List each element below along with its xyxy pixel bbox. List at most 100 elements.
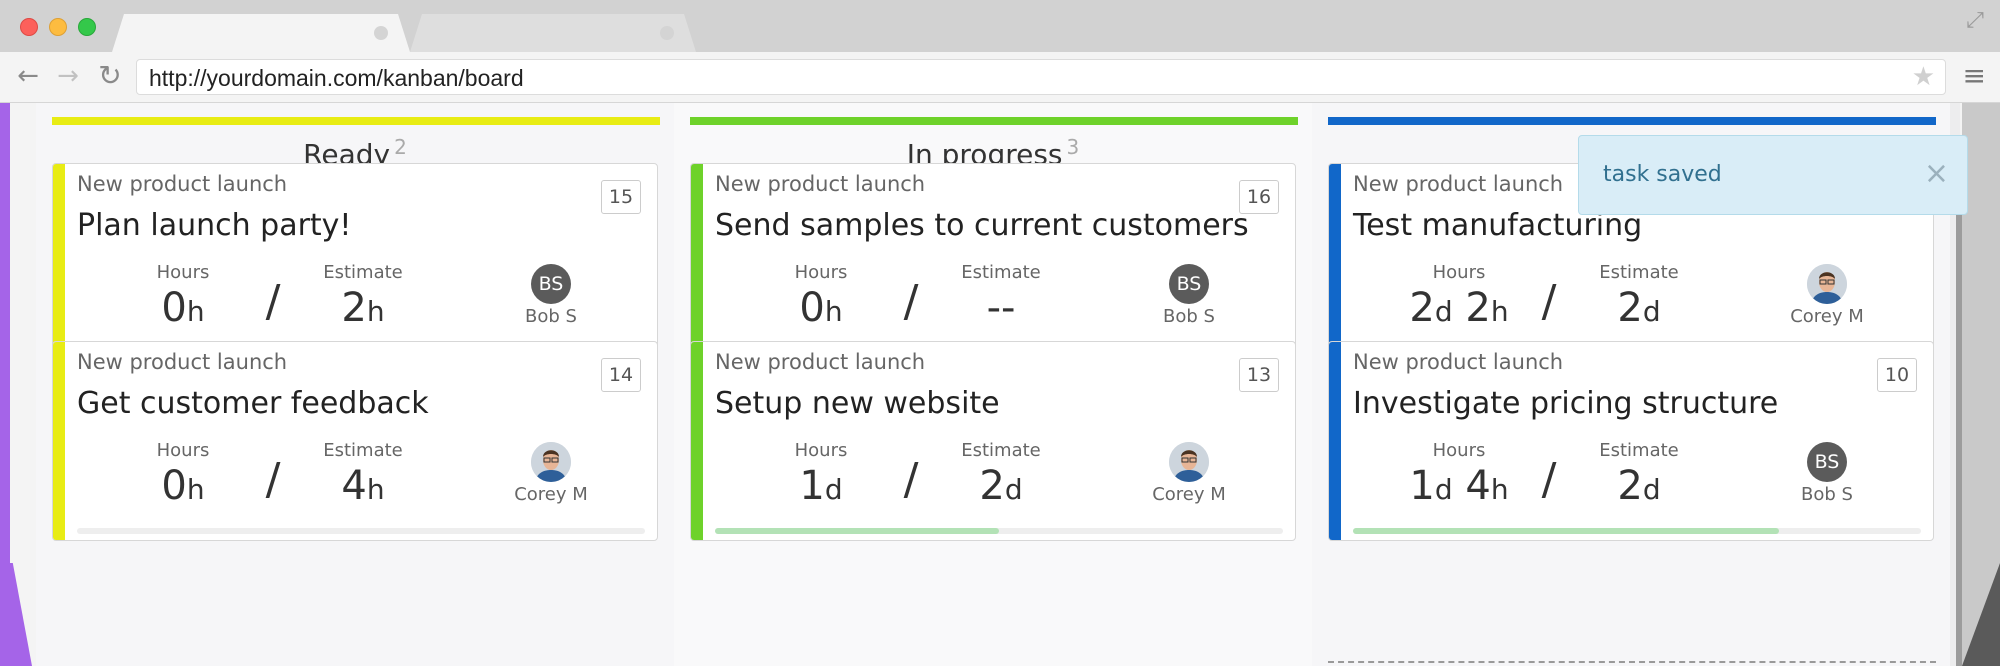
divider-slash: / — [265, 276, 281, 327]
estimate-metric-unit: h — [366, 295, 385, 328]
estimate-metric: Estimate 2d — [931, 440, 1071, 509]
hours-metric-amount: 0 — [161, 285, 187, 331]
estimate-metric-label: Estimate — [1599, 440, 1679, 461]
hours-metric-unit: d — [1434, 295, 1453, 328]
card-project: New product launch — [77, 350, 288, 374]
hours-metric-label: Hours — [794, 262, 848, 283]
card-number: 13 — [1239, 358, 1279, 392]
hours-metric-value: 0h — [113, 285, 253, 331]
tab-close-icon[interactable] — [660, 26, 674, 40]
notification-toast: task saved × — [1578, 135, 1968, 215]
card-number: 16 — [1239, 180, 1279, 214]
kanban-column: Ready 2 New product launch Plan launch part… — [36, 103, 674, 666]
fullscreen-icon[interactable]: ⤢ — [1964, 10, 1986, 32]
estimate-metric-label: Estimate — [961, 440, 1041, 461]
hours-metric-unit: h — [824, 295, 843, 328]
task-card[interactable]: New product launch Investigate pricing st… — [1328, 341, 1934, 541]
browser-toolbar: ← → ↻ http://yourdomain.com/kanban/board… — [0, 52, 2000, 103]
progress-fill — [1353, 528, 1779, 534]
avatar[interactable]: BS — [1807, 442, 1847, 482]
task-card[interactable]: New product launch Get customer feedback 1… — [52, 341, 658, 541]
browser-menu-icon[interactable]: ≡ — [1963, 62, 1986, 90]
avatar[interactable] — [1807, 264, 1847, 304]
forward-arrow-icon[interactable]: → — [54, 62, 82, 90]
avatar-photo-icon — [1807, 264, 1847, 304]
hours-metric-label: Hours — [156, 440, 210, 461]
avatar[interactable] — [531, 442, 571, 482]
hours-metric: Hours 2d 2h — [1389, 262, 1529, 331]
estimate-metric: Estimate 2d — [1569, 440, 1709, 509]
hours-metric-unit: d — [1434, 473, 1453, 506]
estimate-metric: Estimate 2h — [293, 262, 433, 331]
assignee-name: Bob S — [525, 306, 577, 327]
avatar-photo-icon — [531, 442, 571, 482]
hours-metric: Hours 0h — [113, 440, 253, 509]
left-sidebar-shade — [0, 563, 32, 666]
estimate-metric-amount: -- — [986, 285, 1016, 331]
card-project: New product launch — [77, 172, 288, 196]
estimate-metric-label: Estimate — [961, 262, 1041, 283]
bookmark-star-icon[interactable]: ★ — [1912, 62, 1935, 92]
reload-icon[interactable]: ↻ — [96, 62, 124, 90]
assignee-name: Corey M — [1790, 306, 1864, 327]
card-color-stripe — [53, 342, 65, 540]
divider-slash: / — [265, 454, 281, 505]
column-color-bar — [690, 117, 1298, 125]
estimate-metric-unit: d — [1642, 473, 1661, 506]
estimate-metric: Estimate 2d — [1569, 262, 1709, 331]
divider-slash: / — [1541, 276, 1557, 327]
tab-close-icon[interactable] — [374, 26, 388, 40]
avatar-photo-icon — [1169, 442, 1209, 482]
task-card[interactable]: New product launch Plan launch party! 15 Ho… — [52, 163, 658, 363]
hours-metric-amount: 2 — [1409, 285, 1435, 331]
hours-metric-value: 1d 4h — [1389, 463, 1529, 509]
hours-metric-value: 0h — [113, 463, 253, 509]
hours-metric-unit: h — [186, 473, 205, 506]
back-arrow-icon[interactable]: ← — [14, 62, 42, 90]
card-title[interactable]: Plan launch party! — [77, 208, 351, 243]
avatar[interactable] — [1169, 442, 1209, 482]
hours-metric-label: Hours — [1432, 440, 1486, 461]
hours-metric-amount: 4 — [1465, 463, 1491, 509]
estimate-metric-label: Estimate — [323, 262, 403, 283]
card-color-stripe — [1329, 342, 1341, 540]
column-count: 2 — [394, 135, 407, 159]
card-color-stripe — [53, 164, 65, 362]
hours-metric-unit: h — [1490, 295, 1509, 328]
toast-message: task saved — [1603, 162, 1722, 187]
hours-metric-label: Hours — [794, 440, 848, 461]
minimize-window-button[interactable] — [49, 18, 67, 36]
estimate-metric-value: 2d — [1569, 463, 1709, 509]
card-title[interactable]: Get customer feedback — [77, 386, 429, 421]
progress-bar — [1353, 528, 1921, 534]
card-color-stripe — [691, 342, 703, 540]
hours-metric-unit: h — [1490, 473, 1509, 506]
estimate-metric-value: 2d — [931, 463, 1071, 509]
card-title[interactable]: Investigate pricing structure — [1353, 386, 1778, 421]
hours-metric-amount: 1 — [1409, 463, 1435, 509]
browser-tab-active[interactable] — [112, 14, 410, 52]
avatar[interactable]: BS — [1169, 264, 1209, 304]
divider-slash: / — [1541, 454, 1557, 505]
toast-close-icon[interactable]: × — [1924, 156, 1949, 191]
assignee-name: Bob S — [1801, 484, 1853, 505]
task-card[interactable]: New product launch Send samples to curren… — [690, 163, 1296, 363]
maximize-window-button[interactable] — [78, 18, 96, 36]
card-title[interactable]: Send samples to current customers — [715, 208, 1249, 243]
estimate-metric: Estimate 4h — [293, 440, 433, 509]
assignee-name: Corey M — [1152, 484, 1226, 505]
hours-metric-amount: 2 — [1465, 285, 1491, 331]
card-title[interactable]: Setup new website — [715, 386, 1000, 421]
url-text: http://yourdomain.com/kanban/board — [149, 65, 524, 91]
hours-metric-value: 0h — [751, 285, 891, 331]
close-window-button[interactable] — [20, 18, 38, 36]
hours-metric: Hours 1d — [751, 440, 891, 509]
avatar[interactable]: BS — [531, 264, 571, 304]
estimate-metric-value: -- — [931, 285, 1071, 331]
card-color-stripe — [691, 164, 703, 362]
browser-tab-new[interactable] — [410, 14, 696, 52]
hours-metric-amount: 0 — [799, 285, 825, 331]
task-card[interactable]: New product launch Setup new website 13 Hou… — [690, 341, 1296, 541]
card-project: New product launch — [715, 172, 926, 196]
address-bar[interactable]: http://yourdomain.com/kanban/board ★ — [136, 59, 1946, 95]
